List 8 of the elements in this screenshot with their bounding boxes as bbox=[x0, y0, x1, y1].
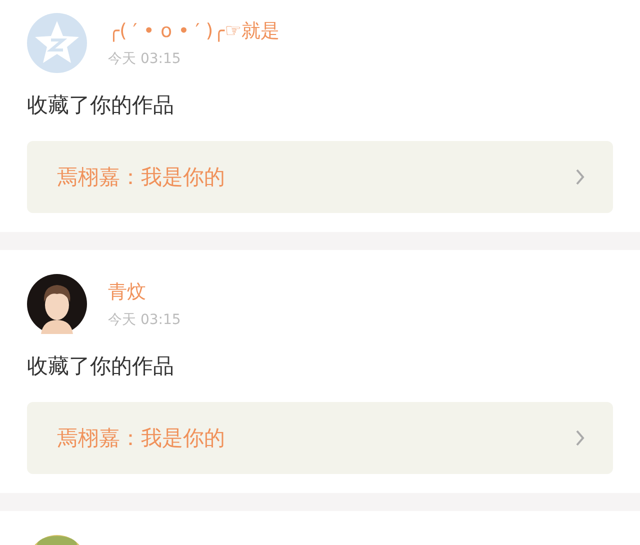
work-link[interactable]: 焉栩嘉：我是你的 bbox=[27, 402, 613, 474]
work-link[interactable]: 焉栩嘉：我是你的 bbox=[27, 141, 613, 213]
user-name[interactable]: 青炆 bbox=[108, 279, 181, 305]
timestamp: 今天 03:15 bbox=[108, 50, 182, 68]
user-name[interactable]: ╭( ′ • o • ′ )╭☞就是 bbox=[108, 18, 280, 44]
timestamp: 今天 03:15 bbox=[108, 311, 181, 329]
activity-text: 收藏了你的作品 bbox=[27, 353, 175, 380]
activity-text: 收藏了你的作品 bbox=[27, 92, 175, 119]
